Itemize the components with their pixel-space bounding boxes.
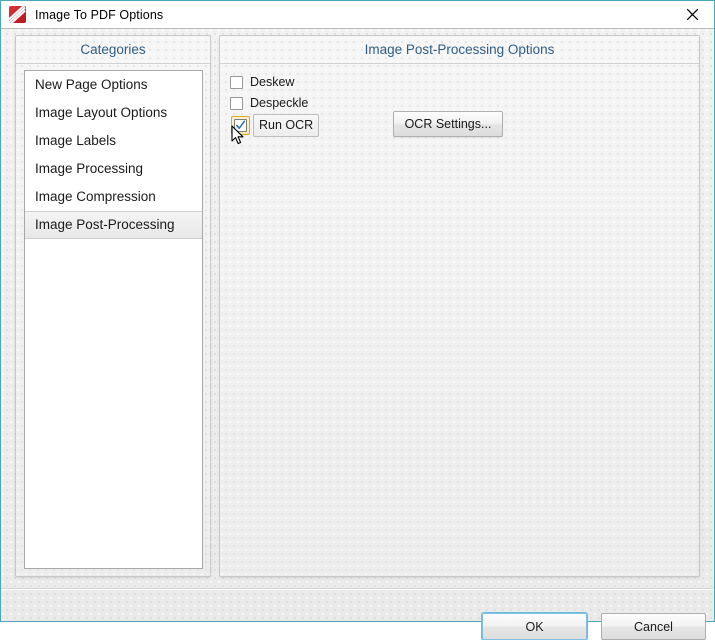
checkbox-despeckle[interactable]: Despeckle — [230, 94, 308, 112]
title-bar: Image To PDF Options — [1, 1, 714, 28]
category-item-new-page-options[interactable]: New Page Options — [25, 71, 202, 99]
categories-header: Categories — [16, 36, 210, 64]
checkbox-label-despeckle: Despeckle — [250, 96, 309, 110]
category-item-image-labels[interactable]: Image Labels — [25, 127, 202, 155]
checkbox-run-ocr[interactable]: Run OCR — [230, 113, 320, 137]
category-item-image-processing[interactable]: Image Processing — [25, 155, 202, 183]
image-post-processing-options-panel: Image Post-Processing Options Deskew Des… — [219, 35, 700, 577]
footer-separator — [1, 588, 714, 590]
checkbox-box-icon[interactable] — [230, 96, 243, 110]
checkbox-box-icon[interactable] — [230, 75, 243, 89]
category-item-image-post-processing[interactable]: Image Post-Processing — [25, 211, 202, 239]
options-header: Image Post-Processing Options — [220, 36, 699, 64]
checkbox-deskew[interactable]: Deskew — [230, 73, 294, 91]
window-title: Image To PDF Options — [35, 7, 164, 22]
category-item-image-layout-options[interactable]: Image Layout Options — [25, 99, 202, 127]
cancel-button[interactable]: Cancel — [601, 613, 706, 640]
categories-panel: Categories New Page Options Image Layout… — [15, 35, 211, 577]
checkbox-focus-highlight — [231, 115, 250, 135]
categories-list[interactable]: New Page Options Image Layout Options Im… — [24, 70, 203, 569]
checkbox-label-box: Run OCR — [253, 113, 320, 137]
ocr-settings-button[interactable]: OCR Settings... — [393, 111, 503, 137]
category-item-image-compression[interactable]: Image Compression — [25, 183, 202, 211]
image-to-pdf-options-dialog: Image To PDF Options Categories New Page… — [0, 0, 715, 640]
dialog-body: Categories New Page Options Image Layout… — [1, 28, 714, 640]
checkbox-label-run-ocr: Run OCR — [259, 117, 314, 132]
ok-button[interactable]: OK — [482, 613, 587, 640]
options-content: Deskew Despeckle Run OCR OCR Settings... — [220, 65, 699, 577]
checkbox-box-checked-icon[interactable] — [234, 118, 247, 132]
pdf-document-icon — [9, 6, 26, 23]
checkbox-label-deskew: Deskew — [250, 75, 295, 89]
close-icon[interactable] — [670, 1, 714, 27]
